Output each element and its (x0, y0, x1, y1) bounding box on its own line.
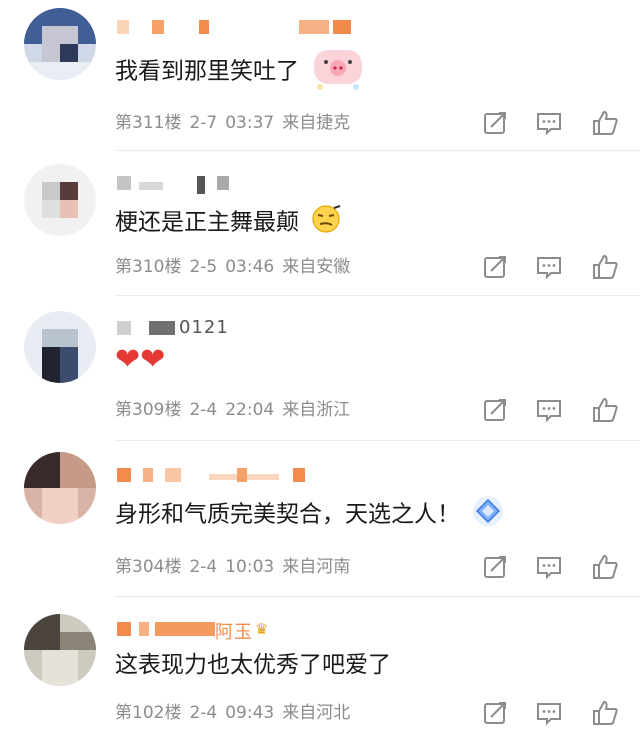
comment-text: 身形和气质完美契合，天选之人！ (115, 494, 505, 536)
pig-emoji (310, 46, 366, 98)
comment-text-content: 这表现力也太优秀了吧爱了 (115, 652, 391, 678)
comment-icon[interactable] (534, 698, 564, 728)
comment-time: 09:43 (225, 703, 275, 723)
username-text: 0121 (179, 317, 229, 338)
comment-text: 这表现力也太优秀了吧爱了 (115, 650, 391, 680)
comment-location: 来自浙江 (282, 400, 351, 420)
comment-date: 2-4 (189, 703, 218, 723)
share-icon[interactable] (480, 395, 510, 425)
comment-actions (480, 698, 620, 728)
comment-item: 我看到那里笑吐了 第311楼 2-7 03:37 来自捷克 (0, 0, 640, 150)
comment-text: ❤❤ (115, 345, 169, 377)
avatar[interactable] (24, 311, 96, 383)
comment-item: 身形和气质完美契合，天选之人！ 第304楼 2-4 10:03 来自河南 (0, 440, 640, 592)
floor-number: 第310楼 (115, 257, 182, 277)
floor-number: 第304楼 (115, 557, 182, 577)
comment-icon[interactable] (534, 395, 564, 425)
share-icon[interactable] (480, 108, 510, 138)
comment-meta: 第311楼 2-7 03:37 来自捷克 (115, 112, 358, 134)
comment-meta: 第102楼 2-4 09:43 来自河北 (115, 702, 358, 724)
comment-time: 03:37 (225, 113, 275, 133)
comment-date: 2-4 (189, 557, 218, 577)
avatar[interactable] (24, 8, 96, 80)
smirk-emoji (310, 204, 342, 242)
comment-location: 来自捷克 (282, 113, 351, 133)
comment-text-content: 身形和气质完美契合，天选之人！ (115, 501, 460, 528)
comment-item: 阿玉 ♛ 这表现力也太优秀了吧爱了 第102楼 2-4 09:43 来自河北 (0, 596, 640, 738)
comment-text-content: 梗还是正主舞最颠 (115, 209, 299, 236)
comment-location: 来自安徽 (282, 257, 351, 277)
comment-date: 2-7 (189, 113, 218, 133)
username-text: 阿玉 (215, 622, 253, 643)
comment-actions (480, 108, 620, 138)
like-icon[interactable] (590, 395, 620, 425)
like-icon[interactable] (590, 698, 620, 728)
avatar[interactable] (24, 452, 96, 524)
comment-meta: 第309楼 2-4 22:04 来自浙江 (115, 399, 358, 421)
comment-icon[interactable] (534, 108, 564, 138)
comment-time: 10:03 (225, 557, 275, 577)
share-icon[interactable] (480, 252, 510, 282)
like-icon[interactable] (590, 552, 620, 582)
avatar[interactable] (24, 614, 96, 686)
comment-time: 22:04 (225, 400, 275, 420)
comment-meta: 第304楼 2-4 10:03 来自河南 (115, 556, 358, 578)
username[interactable]: 0121 (117, 317, 277, 339)
like-icon[interactable] (590, 252, 620, 282)
comment-actions (480, 395, 620, 425)
comment-date: 2-5 (189, 257, 218, 277)
diamond-badge (471, 494, 505, 536)
comment-text: 梗还是正主舞最颠 (115, 204, 342, 242)
avatar[interactable] (24, 164, 96, 236)
heart-emoji: ❤❤ (115, 342, 166, 377)
username[interactable] (117, 16, 357, 38)
comment-item: 0121 ❤❤ 第309楼 2-4 22:04 来自浙江 (0, 295, 640, 440)
comment-item: 梗还是正主舞最颠 第310楼 2-5 03:46 来自安徽 (0, 150, 640, 295)
username[interactable]: 阿玉 ♛ (117, 618, 317, 643)
like-icon[interactable] (590, 108, 620, 138)
floor-number: 第311楼 (115, 113, 182, 133)
comment-icon[interactable] (534, 552, 564, 582)
share-icon[interactable] (480, 698, 510, 728)
comment-actions (480, 252, 620, 282)
comment-actions (480, 552, 620, 582)
comment-meta: 第310楼 2-5 03:46 来自安徽 (115, 256, 358, 278)
share-icon[interactable] (480, 552, 510, 582)
floor-number: 第309楼 (115, 400, 182, 420)
comment-location: 来自河北 (282, 703, 351, 723)
comment-text: 我看到那里笑吐了 (115, 46, 366, 98)
comment-text-content: 我看到那里笑吐了 (115, 58, 299, 85)
username[interactable] (117, 172, 237, 194)
crown-icon: ♛ (255, 620, 269, 638)
comment-date: 2-4 (189, 400, 218, 420)
comment-location: 来自河南 (282, 557, 351, 577)
comment-icon[interactable] (534, 252, 564, 282)
comment-time: 03:46 (225, 257, 275, 277)
username[interactable] (117, 464, 317, 486)
floor-number: 第102楼 (115, 703, 182, 723)
